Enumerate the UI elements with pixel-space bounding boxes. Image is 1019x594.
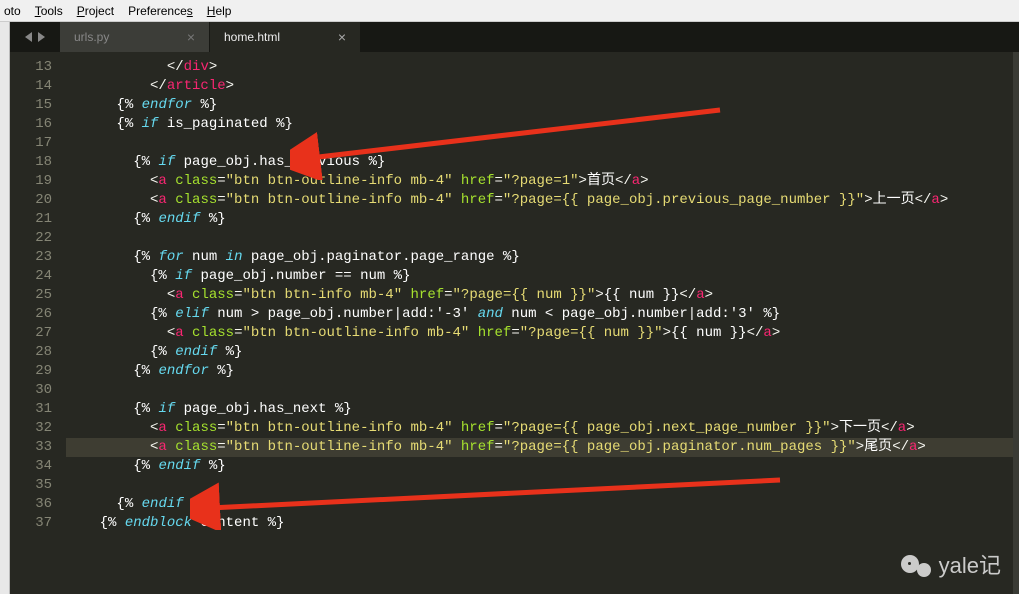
- code-line: <a class="btn btn-outline-info mb-4" hre…: [66, 172, 1013, 191]
- code-line: </div>: [66, 58, 1013, 77]
- code-line: {% endif %}: [66, 457, 1013, 476]
- code-line: {% elif num > page_obj.number|add:'-3' a…: [66, 305, 1013, 324]
- tab-nav: [10, 22, 60, 52]
- tab-prev-icon[interactable]: [25, 32, 32, 42]
- code-line: [66, 229, 1013, 248]
- tab-label: home.html: [224, 30, 280, 44]
- line-gutter: 1314151617181920212223242526272829303132…: [10, 52, 60, 594]
- close-icon[interactable]: ×: [338, 29, 346, 45]
- menu-tools[interactable]: Tools: [35, 4, 63, 18]
- tab-label: urls.py: [74, 30, 109, 44]
- code-line: {% for num in page_obj.paginator.page_ra…: [66, 248, 1013, 267]
- close-icon[interactable]: ×: [187, 29, 195, 45]
- code-line: {% endblock content %}: [66, 514, 1013, 533]
- code-line: <a class="btn btn-outline-info mb-4" hre…: [66, 438, 1013, 457]
- menu-preferences[interactable]: Preferences: [128, 4, 193, 18]
- code-line: {% endfor %}: [66, 362, 1013, 381]
- editor: urls.py × home.html × 131415161718192021…: [10, 22, 1019, 594]
- code-line: <a class="btn btn-outline-info mb-4" hre…: [66, 419, 1013, 438]
- menu-help[interactable]: Help: [207, 4, 232, 18]
- code-content[interactable]: </div> </article> {% endfor %} {% if is_…: [60, 52, 1013, 594]
- tab-home-html[interactable]: home.html ×: [210, 22, 360, 52]
- sidebar-strip: [0, 22, 10, 594]
- code-line: <a class="btn btn-info mb-4" href="?page…: [66, 286, 1013, 305]
- wechat-icon: [901, 549, 931, 579]
- code-line: {% endif %}: [66, 495, 1013, 514]
- code-area[interactable]: 1314151617181920212223242526272829303132…: [10, 52, 1019, 594]
- code-line: <a class="btn btn-outline-info mb-4" hre…: [66, 191, 1013, 210]
- menu-goto[interactable]: oto: [4, 4, 21, 18]
- code-line: {% if page_obj.has_previous %}: [66, 153, 1013, 172]
- tab-urls-py[interactable]: urls.py ×: [60, 22, 210, 52]
- code-line: {% endfor %}: [66, 96, 1013, 115]
- tab-bar: urls.py × home.html ×: [10, 22, 1019, 52]
- watermark-text: yale记: [939, 548, 1001, 580]
- code-line: <a class="btn btn-outline-info mb-4" hre…: [66, 324, 1013, 343]
- code-line: [66, 381, 1013, 400]
- menu-bar: oto Tools Project Preferences Help: [0, 0, 1019, 22]
- code-line: </article>: [66, 77, 1013, 96]
- code-line: [66, 134, 1013, 153]
- menu-project[interactable]: Project: [77, 4, 114, 18]
- watermark: yale记: [901, 548, 1001, 580]
- code-line: {% endif %}: [66, 210, 1013, 229]
- code-line: {% if is_paginated %}: [66, 115, 1013, 134]
- code-line: {% if page_obj.number == num %}: [66, 267, 1013, 286]
- tab-next-icon[interactable]: [38, 32, 45, 42]
- code-line: [66, 476, 1013, 495]
- code-line: {% endif %}: [66, 343, 1013, 362]
- minimap[interactable]: [1013, 52, 1019, 594]
- code-line: {% if page_obj.has_next %}: [66, 400, 1013, 419]
